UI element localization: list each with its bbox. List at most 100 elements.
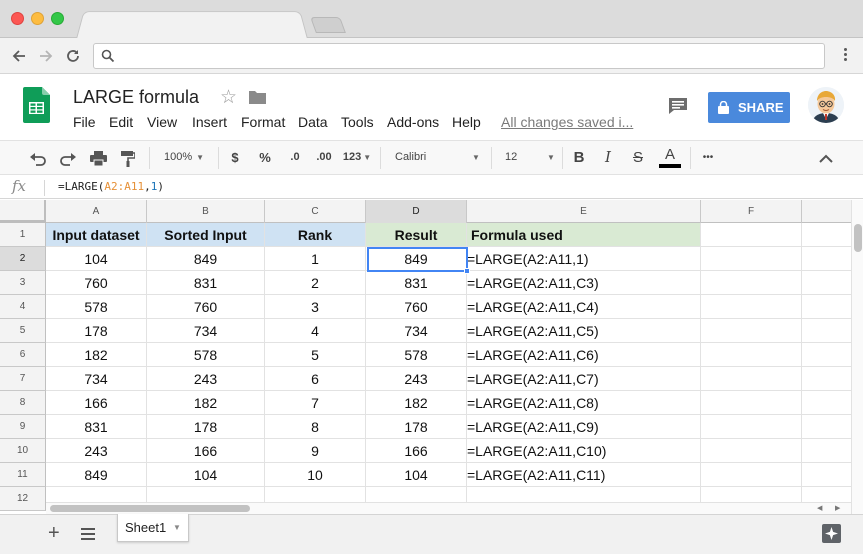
data-cell[interactable]: 734: [147, 319, 265, 343]
more-formats-select[interactable]: 123 ▼: [341, 141, 373, 174]
data-cell[interactable]: 243: [147, 367, 265, 391]
menu-insert[interactable]: Insert: [192, 114, 227, 130]
print-button[interactable]: [86, 141, 110, 174]
data-cell[interactable]: =LARGE(A2:A11,C9): [467, 415, 701, 439]
row-header[interactable]: 4: [0, 295, 46, 319]
percent-format-button[interactable]: %: [255, 141, 275, 174]
column-header[interactable]: E: [467, 200, 701, 223]
data-cell[interactable]: 10: [265, 463, 366, 487]
empty-cell[interactable]: [701, 295, 802, 319]
data-cell[interactable]: 760: [147, 295, 265, 319]
menu-data[interactable]: Data: [298, 114, 328, 130]
scroll-right-icon[interactable]: ▶: [835, 503, 840, 514]
more-tools-button[interactable]: •••: [697, 141, 719, 174]
currency-format-button[interactable]: $: [225, 141, 245, 174]
row-header[interactable]: 12: [0, 487, 46, 511]
chevron-down-icon[interactable]: ▼: [173, 523, 181, 532]
header-cell[interactable]: Rank: [265, 223, 366, 247]
header-cell[interactable]: Sorted Input: [147, 223, 265, 247]
close-window-button[interactable]: [11, 12, 24, 25]
data-cell[interactable]: 166: [147, 439, 265, 463]
sheet-list-icon[interactable]: [81, 528, 95, 540]
column-header[interactable]: B: [147, 200, 265, 223]
increase-decimals-button[interactable]: .00: [312, 141, 336, 174]
font-size-select[interactable]: 12 ▼: [498, 141, 556, 174]
explore-button[interactable]: [822, 524, 841, 543]
data-cell[interactable]: =LARGE(A2:A11,C4): [467, 295, 701, 319]
header-cell[interactable]: Formula used: [467, 223, 701, 247]
empty-cell[interactable]: [802, 295, 851, 319]
minimize-window-button[interactable]: [31, 12, 44, 25]
paint-format-button[interactable]: [116, 141, 140, 174]
empty-cell[interactable]: [802, 415, 851, 439]
row-header[interactable]: 2: [0, 247, 46, 271]
empty-cell[interactable]: [701, 343, 802, 367]
sheet-tab[interactable]: Sheet1 ▼: [117, 514, 189, 542]
data-cell[interactable]: 849: [366, 247, 467, 271]
decrease-decimals-button[interactable]: .0: [284, 141, 306, 174]
fill-handle[interactable]: [464, 268, 470, 274]
redo-button[interactable]: [56, 141, 80, 174]
data-cell[interactable]: 166: [366, 439, 467, 463]
data-cell[interactable]: =LARGE(A2:A11,1): [467, 247, 701, 271]
browser-menu-icon[interactable]: [840, 46, 850, 66]
data-cell[interactable]: 5: [265, 343, 366, 367]
menu-addons[interactable]: Add-ons: [387, 114, 439, 130]
data-cell[interactable]: 760: [366, 295, 467, 319]
data-cell[interactable]: 104: [366, 463, 467, 487]
reload-button[interactable]: [62, 45, 84, 67]
data-cell[interactable]: 104: [147, 463, 265, 487]
empty-cell[interactable]: [701, 223, 802, 247]
data-cell[interactable]: 182: [147, 391, 265, 415]
empty-cell[interactable]: [802, 343, 851, 367]
menu-view[interactable]: View: [147, 114, 177, 130]
font-family-select[interactable]: Calibri ▼: [388, 141, 484, 174]
header-cell[interactable]: Input dataset: [46, 223, 147, 247]
row-header[interactable]: 11: [0, 463, 46, 487]
star-icon[interactable]: ☆: [220, 86, 237, 109]
menu-help[interactable]: Help: [452, 114, 481, 130]
empty-cell[interactable]: [802, 367, 851, 391]
data-cell[interactable]: 182: [46, 343, 147, 367]
data-cell[interactable]: 4: [265, 319, 366, 343]
data-cell[interactable]: 578: [147, 343, 265, 367]
data-cell[interactable]: =LARGE(A2:A11,C7): [467, 367, 701, 391]
bold-button[interactable]: B: [569, 141, 589, 174]
data-cell[interactable]: =LARGE(A2:A11,C10): [467, 439, 701, 463]
data-cell[interactable]: 831: [366, 271, 467, 295]
data-cell[interactable]: 104: [46, 247, 147, 271]
data-cell[interactable]: 2: [265, 271, 366, 295]
empty-cell[interactable]: [802, 247, 851, 271]
empty-cell[interactable]: [701, 391, 802, 415]
back-button[interactable]: [8, 45, 30, 67]
row-header[interactable]: 6: [0, 343, 46, 367]
strikethrough-button[interactable]: S: [628, 141, 648, 174]
data-cell[interactable]: 178: [46, 319, 147, 343]
vertical-scrollbar[interactable]: [851, 200, 863, 514]
empty-cell[interactable]: [701, 367, 802, 391]
folder-icon[interactable]: [249, 90, 266, 104]
empty-cell[interactable]: [701, 463, 802, 487]
data-cell[interactable]: 9: [265, 439, 366, 463]
share-button[interactable]: SHARE: [708, 92, 790, 123]
data-cell[interactable]: =LARGE(A2:A11,C11): [467, 463, 701, 487]
collapse-toolbar-button[interactable]: [815, 141, 837, 174]
scroll-left-icon[interactable]: ◀: [817, 503, 822, 514]
menu-file[interactable]: File: [73, 114, 96, 130]
row-header[interactable]: 9: [0, 415, 46, 439]
horizontal-scrollbar[interactable]: ◀ ▶: [46, 502, 851, 514]
data-cell[interactable]: 178: [366, 415, 467, 439]
empty-cell[interactable]: [802, 439, 851, 463]
data-cell[interactable]: =LARGE(A2:A11,C6): [467, 343, 701, 367]
document-title[interactable]: LARGE formula: [73, 87, 199, 108]
column-header[interactable]: D: [366, 200, 467, 223]
data-cell[interactable]: 578: [46, 295, 147, 319]
empty-cell[interactable]: [701, 319, 802, 343]
formula-input[interactable]: =LARGE(A2:A11,1): [58, 180, 164, 193]
row-header[interactable]: 5: [0, 319, 46, 343]
empty-cell[interactable]: [802, 463, 851, 487]
data-cell[interactable]: 6: [265, 367, 366, 391]
data-cell[interactable]: 734: [366, 319, 467, 343]
data-cell[interactable]: 849: [46, 463, 147, 487]
data-cell[interactable]: =LARGE(A2:A11,C5): [467, 319, 701, 343]
